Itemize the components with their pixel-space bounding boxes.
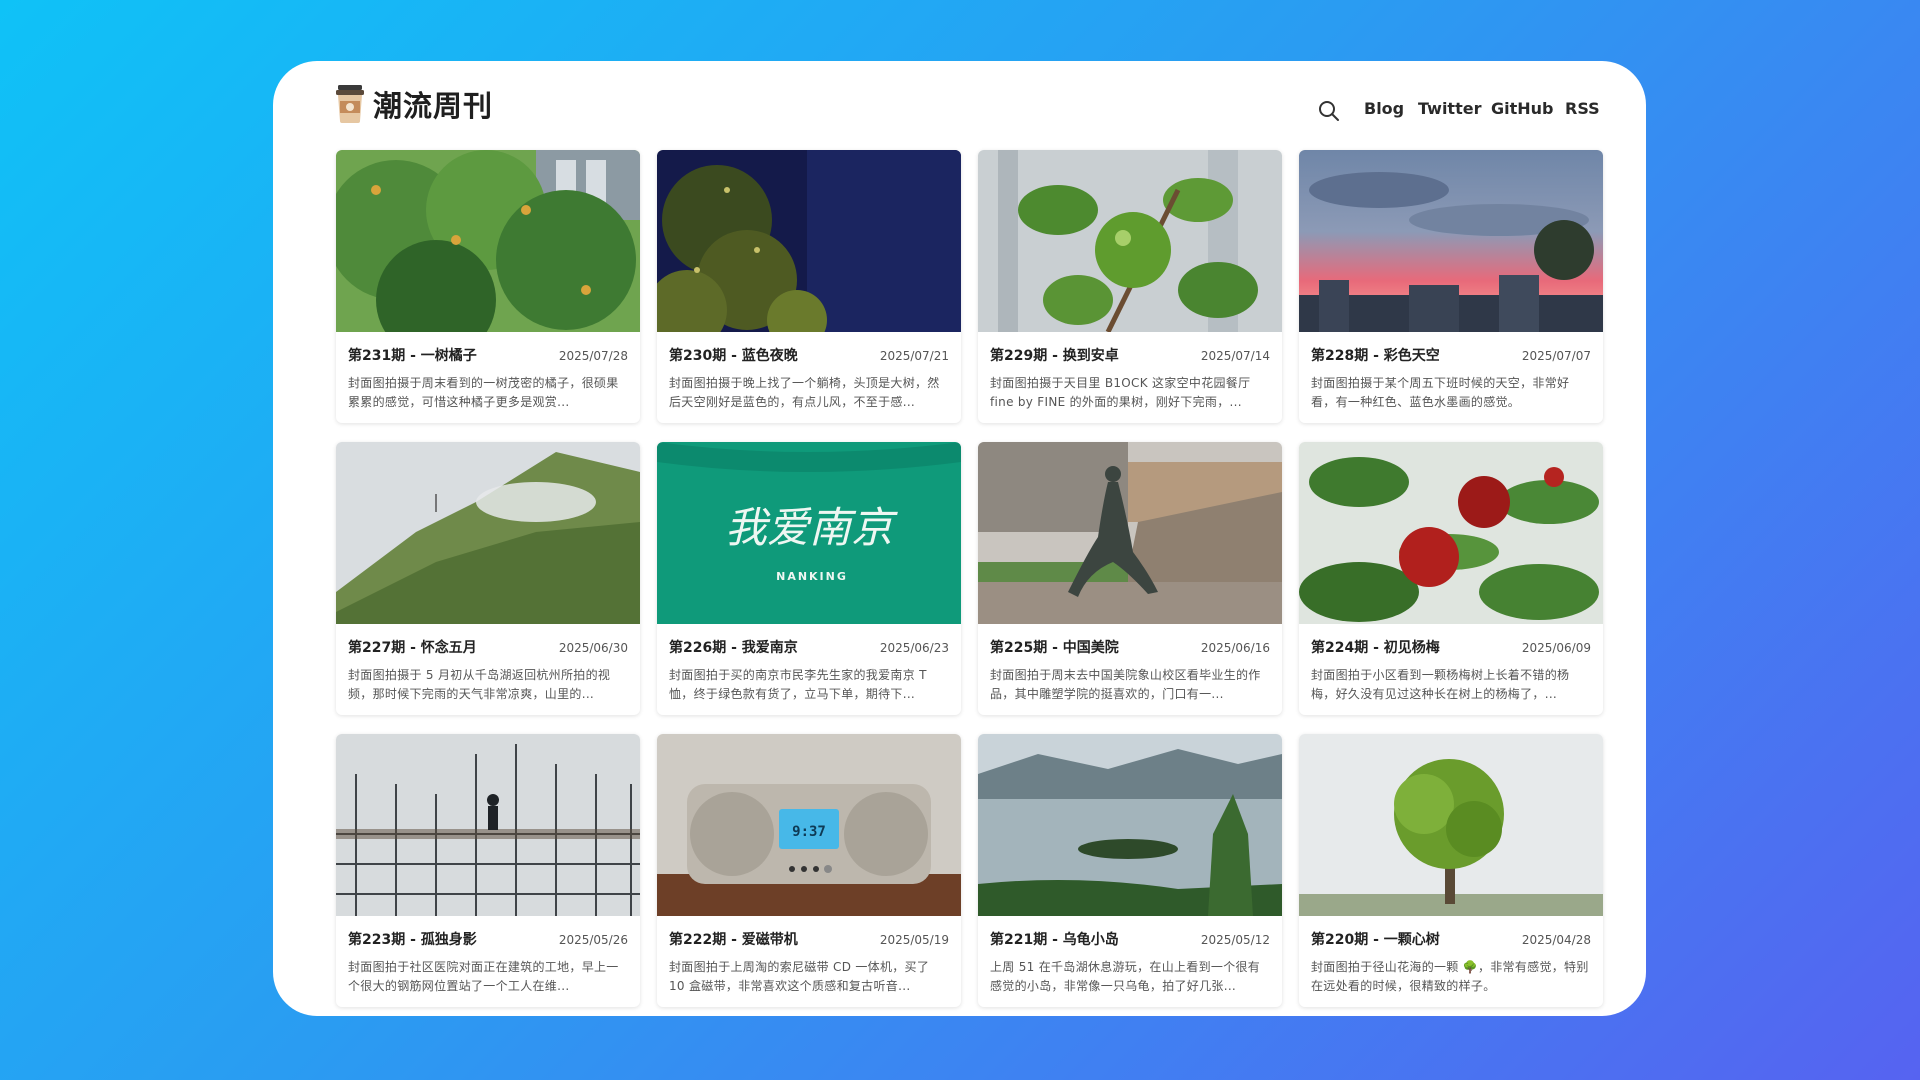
card-title[interactable]: 第227期 - 怀念五月: [348, 637, 477, 657]
card-meta: 第229期 - 换到安卓 2025/07/14 封面图拍摄于天目里 B1OCK …: [978, 332, 1282, 412]
issue-card[interactable]: 第227期 - 怀念五月 2025/06/30 封面图拍摄于 5 月初从千岛湖返…: [336, 442, 640, 715]
card-header: 第228期 - 彩色天空 2025/07/07: [1311, 345, 1591, 365]
card-title[interactable]: 第231期 - 一树橘子: [348, 345, 477, 365]
cover-image: [336, 150, 640, 332]
card-description: 封面图拍于小区看到一颗杨梅树上长着不错的杨梅，好久没有见过这种长在树上的杨梅了，…: [1311, 668, 1570, 701]
cover-image: 9:37: [657, 734, 961, 916]
card-header: 第225期 - 中国美院 2025/06/16: [990, 637, 1270, 657]
card-header: 第231期 - 一树橘子 2025/07/28: [348, 345, 628, 365]
issue-card[interactable]: 第230期 - 蓝色夜晚 2025/07/21 封面图拍摄于晚上找了一个躺椅，头…: [657, 150, 961, 423]
card-description: 封面图拍于周末去中国美院象山校区看毕业生的作品，其中雕塑学院的挺喜欢的，门口有一…: [990, 668, 1261, 701]
card-description: 封面图拍于径山花海的一颗 🌳，非常有感觉，特别在远处看的时候，很精致的样子。: [1311, 960, 1589, 993]
cover-image: [336, 442, 640, 624]
card-meta: 第227期 - 怀念五月 2025/06/30 封面图拍摄于 5 月初从千岛湖返…: [336, 624, 640, 704]
card-date: 2025/07/28: [558, 349, 628, 363]
card-meta: 第225期 - 中国美院 2025/06/16 封面图拍于周末去中国美院象山校区…: [978, 624, 1282, 704]
cover-image: [657, 150, 961, 332]
card-description: 封面图拍摄于某个周五下班时候的天空，非常好看，有一种红色、蓝色水墨画的感觉。: [1311, 376, 1570, 409]
card-header: 第227期 - 怀念五月 2025/06/30: [348, 637, 628, 657]
card-date: 2025/06/16: [1200, 641, 1270, 655]
card-description: 封面图拍摄于晚上找了一个躺椅，头顶是大树，然后天空刚好是蓝色的，有点儿风，不至于…: [669, 376, 940, 409]
card-title[interactable]: 第229期 - 换到安卓: [990, 345, 1119, 365]
issue-card[interactable]: 第228期 - 彩色天空 2025/07/07 封面图拍摄于某个周五下班时候的天…: [1299, 150, 1603, 423]
issue-card[interactable]: 第223期 - 孤独身影 2025/05/26 封面图拍于社区医院对面正在建筑的…: [336, 734, 640, 1007]
card-meta: 第223期 - 孤独身影 2025/05/26 封面图拍于社区医院对面正在建筑的…: [336, 916, 640, 996]
card-meta: 第230期 - 蓝色夜晚 2025/07/21 封面图拍摄于晚上找了一个躺椅，头…: [657, 332, 961, 412]
issue-card[interactable]: 9:37 第222期 - 爱磁带机 2025/05/19 封面图拍于上周淘的索尼…: [657, 734, 961, 1007]
card-header: 第226期 - 我爱南京 2025/06/23: [669, 637, 949, 657]
card-description: 上周 51 在千岛湖休息游玩，在山上看到一个很有感觉的小岛，非常像一只乌龟，拍了…: [990, 960, 1261, 993]
card-title[interactable]: 第222期 - 爱磁带机: [669, 929, 798, 949]
tshirt-print-text: 我爱南京: [725, 503, 898, 552]
card-header: 第230期 - 蓝色夜晚 2025/07/21: [669, 345, 949, 365]
radio-display-text: 9:37: [792, 824, 826, 840]
cover-image: [1299, 442, 1603, 624]
card-date: 2025/07/07: [1521, 349, 1591, 363]
nav-twitter[interactable]: Twitter: [1418, 99, 1481, 118]
issue-card[interactable]: 第231期 - 一树橘子 2025/07/28 封面图拍摄于周末看到的一树茂密的…: [336, 150, 640, 423]
card-title[interactable]: 第223期 - 孤独身影: [348, 929, 477, 949]
card-description: 封面图拍于社区医院对面正在建筑的工地，早上一个很大的钢筋网位置站了一个工人在维.…: [348, 960, 619, 993]
card-date: 2025/07/14: [1200, 349, 1270, 363]
cover-image: [978, 442, 1282, 624]
card-title[interactable]: 第221期 - 乌龟小岛: [990, 929, 1119, 949]
card-meta: 第228期 - 彩色天空 2025/07/07 封面图拍摄于某个周五下班时候的天…: [1299, 332, 1603, 412]
cover-image: [1299, 734, 1603, 916]
card-date: 2025/05/26: [558, 933, 628, 947]
card-meta: 第221期 - 乌龟小岛 2025/05/12 上周 51 在千岛湖休息游玩，在…: [978, 916, 1282, 996]
tshirt-print-subtext: NANKING: [776, 570, 848, 583]
card-description: 封面图拍摄于周末看到的一树茂密的橘子，很硕果累累的感觉，可惜这种橘子更多是观赏.…: [348, 376, 619, 409]
card-meta: 第224期 - 初见杨梅 2025/06/09 封面图拍于小区看到一颗杨梅树上长…: [1299, 624, 1603, 704]
search-icon[interactable]: [1317, 99, 1341, 123]
card-title[interactable]: 第225期 - 中国美院: [990, 637, 1119, 657]
card-description: 封面图拍于买的南京市民李先生家的我爱南京 T 恤，终于绿色款有货了，立马下单，期…: [669, 668, 927, 701]
issue-card[interactable]: 第225期 - 中国美院 2025/06/16 封面图拍于周末去中国美院象山校区…: [978, 442, 1282, 715]
cover-image: [1299, 150, 1603, 332]
site-header: 潮流周刊 Blog Twitter GitHub RSS: [273, 61, 1646, 151]
issue-card[interactable]: 第220期 - 一颗心树 2025/04/28 封面图拍于径山花海的一颗 🌳，非…: [1299, 734, 1603, 1007]
card-date: 2025/04/28: [1521, 933, 1591, 947]
nav-rss[interactable]: RSS: [1565, 99, 1600, 118]
nav-github[interactable]: GitHub: [1491, 99, 1554, 118]
issue-card[interactable]: 第221期 - 乌龟小岛 2025/05/12 上周 51 在千岛湖休息游玩，在…: [978, 734, 1282, 1007]
card-header: 第221期 - 乌龟小岛 2025/05/12: [990, 929, 1270, 949]
card-date: 2025/06/23: [879, 641, 949, 655]
card-header: 第223期 - 孤独身影 2025/05/26: [348, 929, 628, 949]
card-date: 2025/05/12: [1200, 933, 1270, 947]
card-date: 2025/06/09: [1521, 641, 1591, 655]
card-meta: 第220期 - 一颗心树 2025/04/28 封面图拍于径山花海的一颗 🌳，非…: [1299, 916, 1603, 996]
card-meta: 第222期 - 爱磁带机 2025/05/19 封面图拍于上周淘的索尼磁带 CD…: [657, 916, 961, 996]
issue-card[interactable]: 第229期 - 换到安卓 2025/07/14 封面图拍摄于天目里 B1OCK …: [978, 150, 1282, 423]
issue-card[interactable]: 我爱南京 NANKING 第226期 - 我爱南京 2025/06/23 封面图…: [657, 442, 961, 715]
card-title[interactable]: 第224期 - 初见杨梅: [1311, 637, 1440, 657]
issue-card[interactable]: 第224期 - 初见杨梅 2025/06/09 封面图拍于小区看到一颗杨梅树上长…: [1299, 442, 1603, 715]
card-header: 第229期 - 换到安卓 2025/07/14: [990, 345, 1270, 365]
site-title[interactable]: 潮流周刊: [373, 83, 493, 125]
cover-image: [336, 734, 640, 916]
card-meta: 第231期 - 一树橘子 2025/07/28 封面图拍摄于周末看到的一树茂密的…: [336, 332, 640, 412]
card-title[interactable]: 第230期 - 蓝色夜晚: [669, 345, 798, 365]
cover-image: 我爱南京 NANKING: [657, 442, 961, 624]
card-header: 第224期 - 初见杨梅 2025/06/09: [1311, 637, 1591, 657]
cover-image: [978, 734, 1282, 916]
issues-grid: 第231期 - 一树橘子 2025/07/28 封面图拍摄于周末看到的一树茂密的…: [336, 150, 1603, 1007]
app-window: 潮流周刊 Blog Twitter GitHub RSS 第231期 - 一树橘…: [273, 61, 1646, 1016]
nav-blog[interactable]: Blog: [1364, 99, 1404, 118]
card-meta: 第226期 - 我爱南京 2025/06/23 封面图拍于买的南京市民李先生家的…: [657, 624, 961, 704]
card-title[interactable]: 第228期 - 彩色天空: [1311, 345, 1440, 365]
card-date: 2025/06/30: [558, 641, 628, 655]
card-header: 第222期 - 爱磁带机 2025/05/19: [669, 929, 949, 949]
card-description: 封面图拍摄于 5 月初从千岛湖返回杭州所拍的视频，那时候下完雨的天气非常凉爽，山…: [348, 668, 611, 701]
card-title[interactable]: 第226期 - 我爱南京: [669, 637, 798, 657]
card-description: 封面图拍摄于天目里 B1OCK 这家空中花园餐厅 fine by FINE 的外…: [990, 376, 1251, 409]
card-date: 2025/07/21: [879, 349, 949, 363]
card-title[interactable]: 第220期 - 一颗心树: [1311, 929, 1440, 949]
card-description: 封面图拍于上周淘的索尼磁带 CD 一体机，买了 10 盒磁带，非常喜欢这个质感和…: [669, 960, 930, 993]
card-date: 2025/05/19: [879, 933, 949, 947]
coffee-cup-icon[interactable]: [335, 85, 365, 123]
cover-image: [978, 150, 1282, 332]
card-header: 第220期 - 一颗心树 2025/04/28: [1311, 929, 1591, 949]
